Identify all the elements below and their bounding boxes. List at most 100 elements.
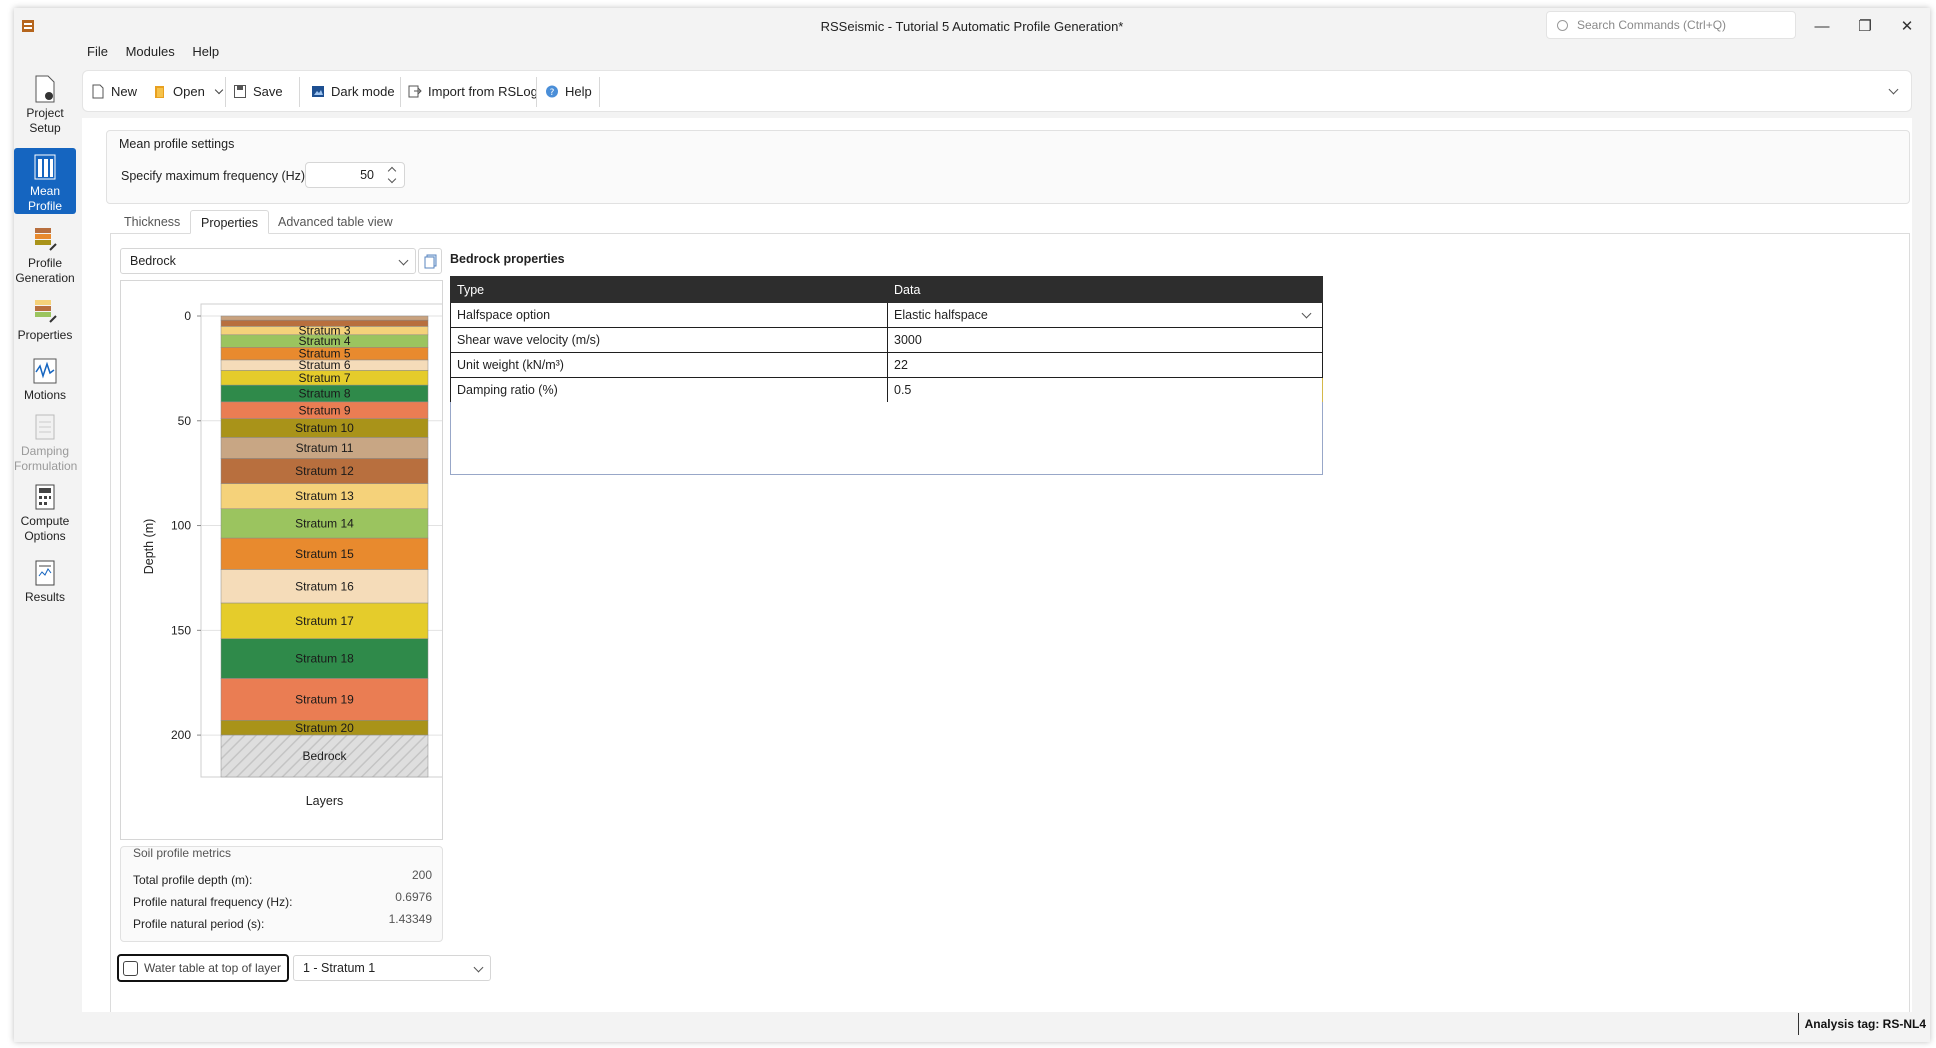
layer-label: Bedrock xyxy=(302,749,347,763)
toolbar-separator xyxy=(299,77,300,107)
soil-profile-chart-area: 0 50 100 150 200 Stratum 3 Stratum 4 Stratum 5S… xyxy=(120,280,449,840)
open-dropdown-chevron-icon[interactable] xyxy=(215,85,224,95)
toolbar-separator xyxy=(400,77,401,107)
halfspace-option-select[interactable]: Elastic halfspace xyxy=(887,302,1323,328)
chevron-down-icon xyxy=(473,962,484,973)
save-button[interactable]: Save xyxy=(233,71,283,113)
help-button[interactable]: ? Help xyxy=(545,71,592,113)
sidebar-item-results[interactable]: Results xyxy=(14,554,76,610)
layer-label: Stratum 7 xyxy=(298,371,350,385)
restore-button[interactable]: ❐ xyxy=(1842,8,1888,46)
sidebar-item-motions[interactable]: Motions xyxy=(14,352,76,406)
title-bar: RSSeismic - Tutorial 5 Automatic Profile… xyxy=(14,8,1930,46)
soil-profile-chart: 050100150200Stratum 3Stratum 4Stratum 5S… xyxy=(142,303,449,808)
minimize-button[interactable]: — xyxy=(1799,8,1845,46)
layer-label: Stratum 16 xyxy=(295,579,354,593)
sidebar-item-compute-options[interactable]: Compute Options xyxy=(14,478,76,544)
status-bar xyxy=(14,1012,1930,1036)
layer-label: Stratum 11 xyxy=(296,441,354,455)
layer-label: Stratum 12 xyxy=(295,464,354,478)
open-folder-icon xyxy=(155,86,164,98)
water-table-layer-dropdown[interactable]: 1 - Stratum 1 xyxy=(293,955,491,981)
max-frequency-spinner[interactable]: 50 xyxy=(305,162,405,188)
tab-advanced-table-view[interactable]: Advanced table view xyxy=(268,210,403,234)
total-depth-label: Total profile depth (m): xyxy=(133,873,253,887)
max-frequency-label: Specify maximum frequency (Hz): xyxy=(121,169,309,183)
copy-layer-button[interactable] xyxy=(418,248,442,274)
close-button[interactable]: ✕ xyxy=(1884,8,1930,46)
svg-text:?: ? xyxy=(550,88,555,98)
table-header-row: Type Data xyxy=(450,276,1323,303)
y-tick-label: 100 xyxy=(171,519,191,533)
group-title: Mean profile settings xyxy=(119,137,235,151)
import-rslog-button[interactable]: Import from RSLog xyxy=(408,71,538,113)
menu-help[interactable]: Help xyxy=(185,40,226,64)
chevron-down-icon xyxy=(398,255,409,266)
layer-label: Stratum 14 xyxy=(295,516,354,530)
sidebar-item-properties[interactable]: Properties xyxy=(14,292,76,346)
water-table-checkbox[interactable]: Water table at top of layer xyxy=(117,954,289,982)
natural-period-label: Profile natural period (s): xyxy=(133,917,265,931)
results-icon xyxy=(35,560,55,586)
search-placeholder: Search Commands (Ctrl+Q) xyxy=(1577,18,1727,32)
project-setup-icon xyxy=(35,75,55,103)
y-tick-label: 50 xyxy=(178,414,192,428)
sidebar-item-mean-profile[interactable]: Mean Profile xyxy=(14,148,76,214)
layer-label: Stratum 10 xyxy=(295,421,354,435)
import-icon xyxy=(408,85,422,98)
table-row: Shear wave velocity (m/s) 3000 xyxy=(450,327,1323,353)
layer-label: Stratum 13 xyxy=(295,489,354,503)
spin-down-icon[interactable] xyxy=(387,174,397,184)
menu-modules[interactable]: Modules xyxy=(119,40,182,64)
cell-type: Unit weight (kN/m³) xyxy=(450,352,888,378)
tab-properties[interactable]: Properties xyxy=(190,210,269,234)
sidebar-item-profile-generation[interactable]: Profile Generation xyxy=(14,220,76,286)
sidebar-item-damping-formulation[interactable]: Damping Formulation xyxy=(14,408,77,474)
search-commands-input[interactable]: Search Commands (Ctrl+Q) xyxy=(1546,11,1796,39)
total-depth-value: 200 xyxy=(411,868,432,882)
layer-label: Stratum 18 xyxy=(295,652,354,666)
toolbar-separator xyxy=(225,77,226,107)
copy-icon xyxy=(424,254,437,269)
table-row: Damping ratio (%) 0.5 xyxy=(450,377,1323,403)
profile-layer xyxy=(220,315,429,321)
y-tick-label: 200 xyxy=(171,728,191,742)
toolbar-separator xyxy=(536,77,537,107)
dark-mode-icon xyxy=(312,86,324,97)
shear-wave-velocity-cell[interactable]: 3000 xyxy=(887,327,1323,353)
column-header-data: Data xyxy=(887,276,1323,303)
layer-label: Stratum 17 xyxy=(295,614,354,628)
layer-select-dropdown[interactable]: Bedrock xyxy=(120,248,416,274)
y-tick-label: 150 xyxy=(171,623,191,637)
unit-weight-cell[interactable]: 22 xyxy=(887,352,1323,378)
layer-label: Stratum 15 xyxy=(295,547,354,561)
natural-frequency-value: 0.6976 xyxy=(395,890,432,904)
sidebar-item-project-setup[interactable]: Project Setup xyxy=(14,70,76,138)
x-axis-label: Layers xyxy=(306,794,344,808)
toolbar-collapse-chevron-icon[interactable] xyxy=(1888,84,1899,95)
y-axis-label: Depth (m) xyxy=(142,519,156,575)
natural-frequency-label: Profile natural frequency (Hz): xyxy=(133,895,293,909)
chevron-down-icon xyxy=(1301,308,1312,319)
open-button[interactable]: Open xyxy=(153,71,224,113)
layer-label: Stratum 20 xyxy=(295,721,354,735)
profile-generation-icon xyxy=(35,228,57,251)
damping-ratio-cell[interactable]: 0.5 xyxy=(887,377,1323,403)
water-table-label: Water table at top of layer xyxy=(144,961,281,975)
analysis-tag: Analysis tag: RS-NL4 xyxy=(1797,1013,1926,1035)
cell-type: Damping ratio (%) xyxy=(450,377,888,403)
toolbar-separator xyxy=(599,77,600,107)
metrics-title: Soil profile metrics xyxy=(133,846,232,860)
y-tick-label: 0 xyxy=(184,309,191,323)
toolbar: New Open Save Dark mode Import from RSLo… xyxy=(82,70,1912,112)
new-button[interactable]: New xyxy=(91,71,137,113)
column-header-type: Type xyxy=(450,276,888,303)
soil-profile-metrics-group: Soil profile metrics Total profile depth… xyxy=(120,846,443,942)
checkbox-box[interactable] xyxy=(123,961,138,976)
help-icon: ? xyxy=(546,85,558,98)
mean-profile-icon xyxy=(34,154,56,180)
menu-file[interactable]: File xyxy=(80,40,115,64)
dark-mode-button[interactable]: Dark mode xyxy=(311,71,395,113)
tab-thickness[interactable]: Thickness xyxy=(114,210,190,234)
cell-type: Halfspace option xyxy=(450,302,888,328)
